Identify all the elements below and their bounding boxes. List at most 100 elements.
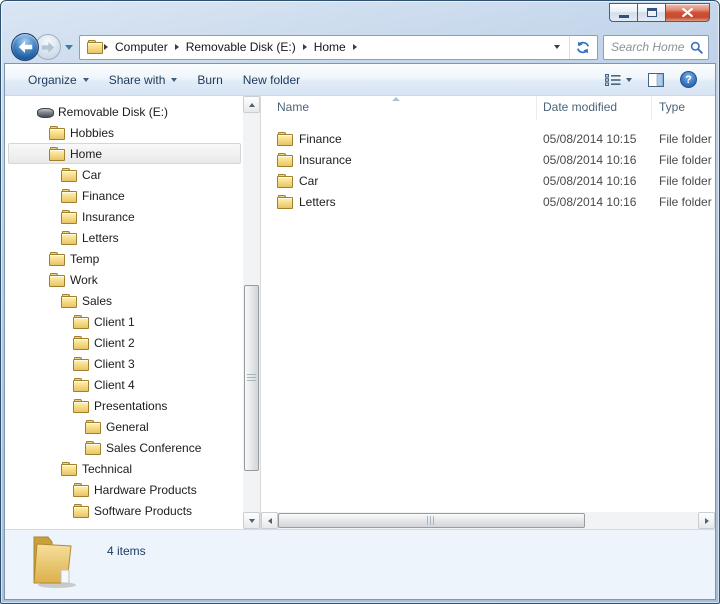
new-folder-button[interactable]: New folder [233, 68, 310, 92]
scroll-track[interactable] [278, 512, 698, 529]
share-with-label: Share with [109, 73, 166, 87]
tree-item[interactable]: Letters [8, 227, 241, 248]
scroll-track[interactable] [243, 113, 260, 512]
toolbar-right-group: ? [600, 67, 702, 92]
scroll-left-button[interactable] [261, 512, 278, 529]
folder-icon [85, 420, 101, 434]
tree-item-label: Technical [82, 462, 132, 476]
folder-icon [61, 168, 77, 182]
refresh-button[interactable] [569, 36, 595, 59]
tree-item[interactable]: Sales [8, 290, 241, 311]
file-row[interactable]: Car 05/08/2014 10:16 File folder [261, 170, 715, 191]
tree-item[interactable]: Client 2 [8, 332, 241, 353]
scroll-thumb[interactable] [244, 285, 259, 471]
tree-item-label: Software Products [94, 504, 192, 518]
breadcrumb-item-removable-disk[interactable]: Removable Disk (E:) [180, 36, 302, 59]
file-type: File folder [652, 153, 715, 167]
file-name: Insurance [299, 153, 352, 167]
location-folder-icon[interactable] [87, 40, 103, 54]
window-body: Organize Share with Burn New folder [4, 63, 716, 600]
column-header-date-modified[interactable]: Date modified [537, 96, 652, 120]
help-button[interactable]: ? [675, 67, 702, 92]
back-button[interactable] [11, 33, 39, 61]
change-view-button[interactable] [600, 70, 637, 90]
tree-item[interactable]: Finance [8, 185, 241, 206]
address-bar-row: Computer Removable Disk (E:) Home [4, 32, 716, 62]
organize-button[interactable]: Organize [18, 68, 99, 92]
tree-item[interactable]: Removable Disk (E:) [8, 101, 241, 122]
breadcrumb-item-home[interactable]: Home [308, 36, 352, 59]
breadcrumb-item-computer[interactable]: Computer [109, 36, 174, 59]
tree-item-label: Presentations [94, 399, 167, 413]
folder-icon [61, 231, 77, 245]
folder-icon [277, 174, 293, 188]
tree-item[interactable]: Software Products [8, 500, 241, 521]
recent-pages-dropdown[interactable] [65, 45, 73, 50]
folder-icon [277, 195, 293, 209]
share-with-button[interactable]: Share with [99, 68, 188, 92]
refresh-icon [576, 41, 590, 54]
file-row[interactable]: Finance 05/08/2014 10:15 File folder [261, 128, 715, 149]
tree-item-label: Client 4 [94, 378, 135, 392]
tree-item[interactable]: Temp [8, 248, 241, 269]
tree-item[interactable]: Hardware Products [8, 479, 241, 500]
triangle-left-icon [268, 518, 272, 524]
breadcrumb-chevron-icon[interactable] [353, 44, 357, 50]
horizontal-scrollbar[interactable] [261, 512, 715, 529]
file-row[interactable]: Insurance 05/08/2014 10:16 File folder [261, 149, 715, 170]
tree-item[interactable]: Sales Conference [8, 437, 241, 458]
breadcrumb-chevron-icon[interactable] [104, 44, 108, 50]
triangle-down-icon [249, 519, 255, 523]
tree-item[interactable]: Client 3 [8, 353, 241, 374]
tree-item[interactable]: Insurance [8, 206, 241, 227]
scroll-thumb[interactable] [278, 513, 585, 528]
search-icon[interactable] [690, 41, 703, 54]
address-history-dropdown[interactable] [545, 36, 569, 59]
tree-item[interactable]: Work [8, 269, 241, 290]
tree-item-label: Work [70, 273, 98, 287]
folder-icon [277, 132, 293, 146]
minimize-button[interactable] [609, 3, 638, 22]
scroll-down-button[interactable] [243, 512, 260, 529]
close-button[interactable] [665, 3, 710, 22]
tree-item[interactable]: General [8, 416, 241, 437]
tree-item[interactable]: Client 1 [8, 311, 241, 332]
scroll-grip-icon [247, 374, 256, 382]
tree-item-label: Client 2 [94, 336, 135, 350]
chevron-down-icon [171, 78, 177, 82]
breadcrumb-chevron-icon[interactable] [303, 44, 307, 50]
tree-item-label: Sales [82, 294, 112, 308]
address-bar[interactable]: Computer Removable Disk (E:) Home [79, 35, 598, 60]
burn-button[interactable]: Burn [187, 68, 232, 92]
folder-icon [61, 210, 77, 224]
folder-icon [49, 126, 65, 140]
column-header-type[interactable]: Type [652, 96, 715, 120]
search-input[interactable] [611, 40, 690, 54]
tree-vertical-scrollbar[interactable] [243, 96, 260, 529]
new-folder-label: New folder [243, 73, 300, 87]
close-icon [682, 8, 693, 17]
tree-item[interactable]: Presentations [8, 395, 241, 416]
maximize-button[interactable] [637, 3, 666, 22]
command-toolbar: Organize Share with Burn New folder [5, 64, 715, 96]
tree-item-label: Client 3 [94, 357, 135, 371]
file-date-modified: 05/08/2014 10:16 [537, 153, 652, 167]
tree-item[interactable]: Client 4 [8, 374, 241, 395]
tree-item[interactable]: Car [8, 164, 241, 185]
search-box[interactable] [603, 35, 709, 60]
scroll-up-button[interactable] [243, 96, 260, 113]
scroll-right-button[interactable] [698, 512, 715, 529]
preview-pane-button[interactable] [643, 69, 669, 91]
folder-icon [73, 399, 89, 413]
triangle-right-icon [705, 518, 709, 524]
folder-tree: Removable Disk (E:) Hobbies Home Car Fin… [5, 96, 243, 529]
file-row[interactable]: Letters 05/08/2014 10:16 File folder [261, 191, 715, 212]
window-controls [609, 3, 710, 22]
drive-icon [37, 105, 53, 119]
tree-item[interactable]: Home [8, 143, 241, 164]
breadcrumb-chevron-icon[interactable] [175, 44, 179, 50]
tree-item[interactable]: Hobbies [8, 122, 241, 143]
tree-item[interactable]: Technical [8, 458, 241, 479]
folder-icon [27, 534, 79, 590]
scroll-grip-icon [427, 516, 435, 525]
